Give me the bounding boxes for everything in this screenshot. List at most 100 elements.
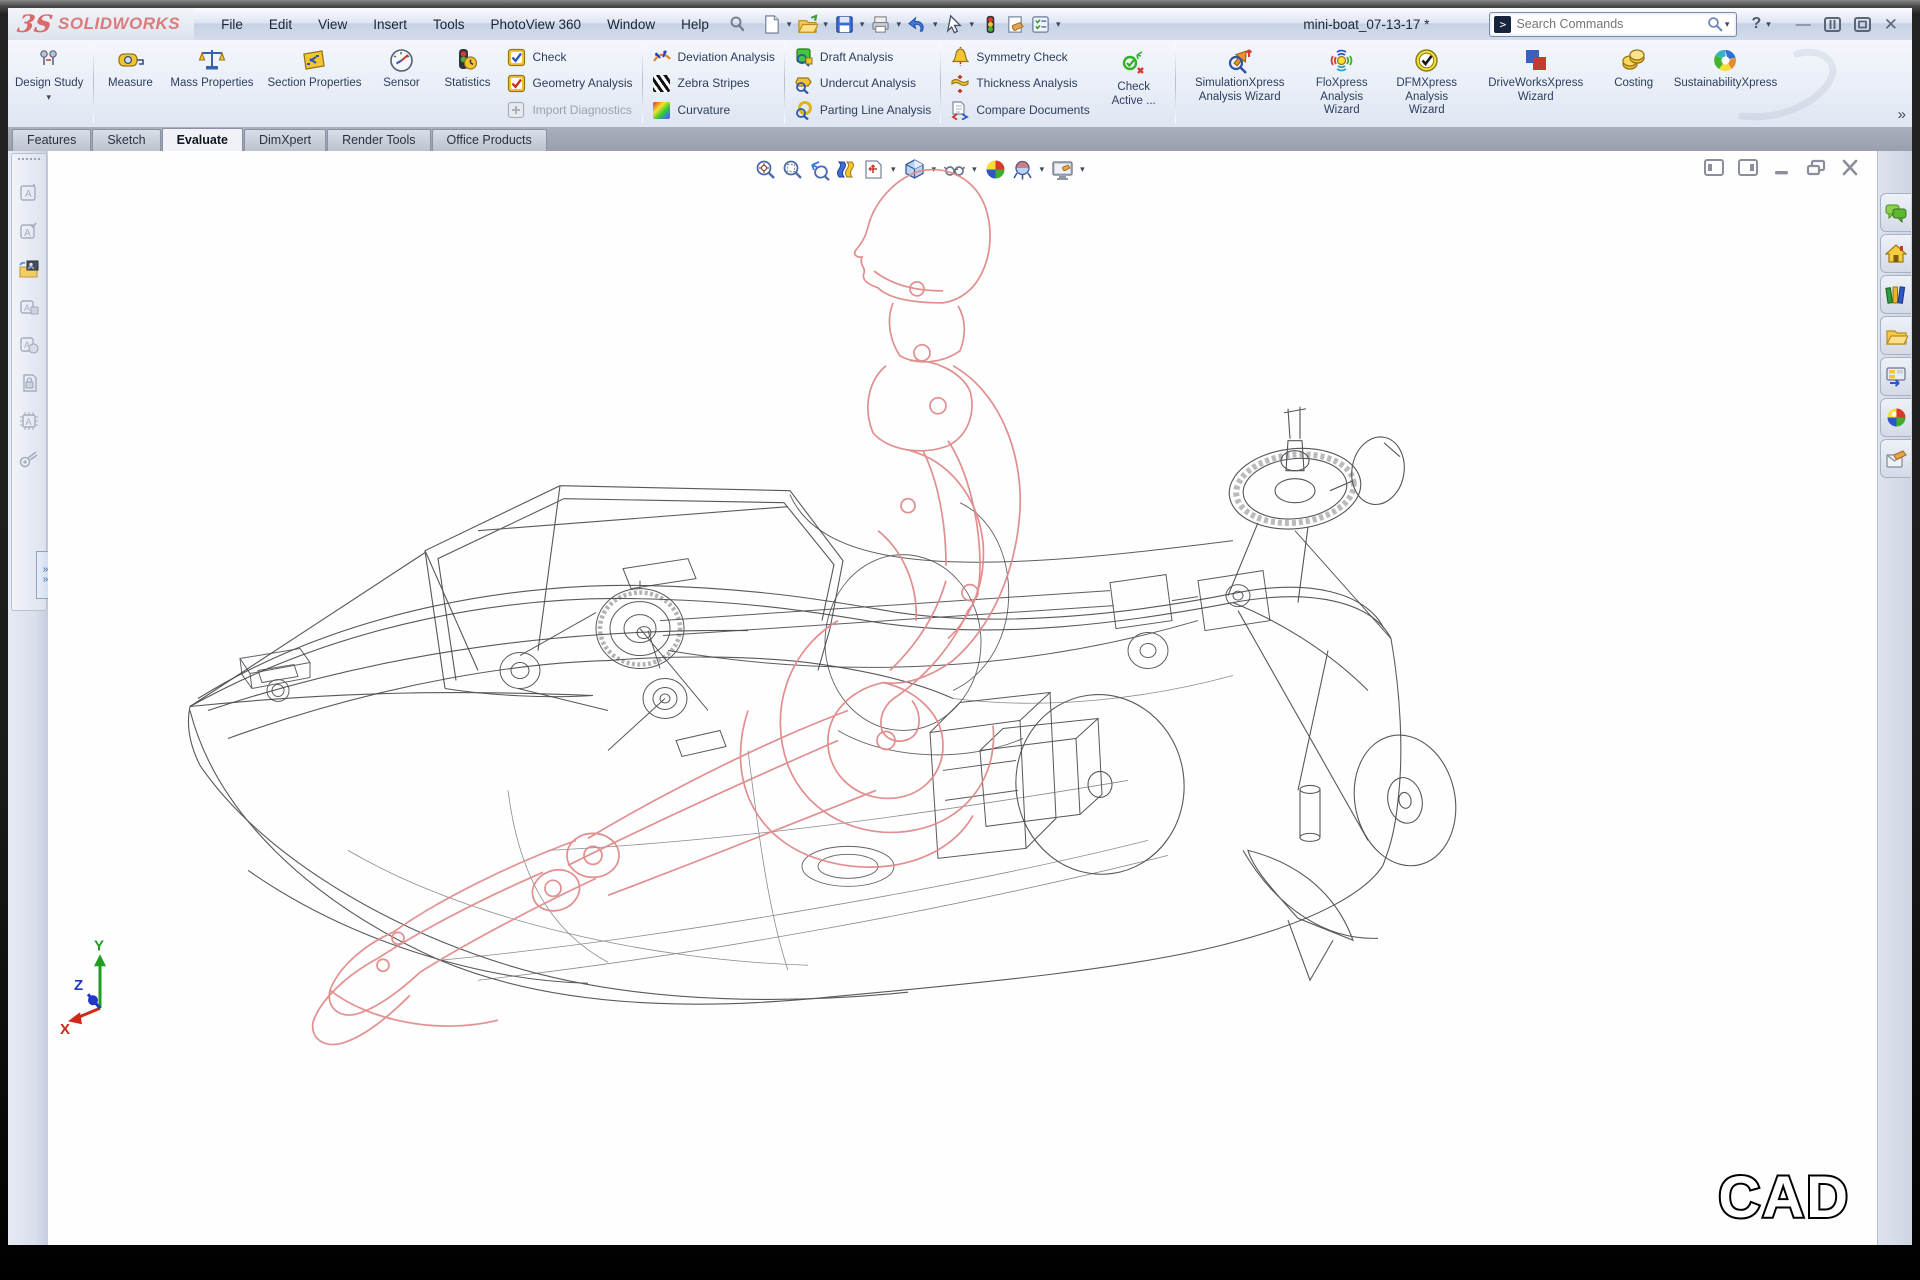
check-icon (506, 47, 526, 67)
file-explorer-icon (1885, 326, 1908, 346)
tab-office-products[interactable]: Office Products (432, 129, 547, 151)
statistics-button[interactable]: Statistics (434, 40, 500, 127)
simulationxpress-wizard-button[interactable]: SimulationXpress Analysis Wizard (1179, 40, 1301, 127)
forum-icon (1885, 203, 1907, 223)
save-dropdown[interactable]: ▾ (860, 19, 865, 30)
geometry-analysis-button[interactable]: Geometry Analysis (506, 72, 632, 96)
deviation-analysis-button[interactable]: Deviation Analysis (652, 45, 775, 69)
menu-window[interactable]: Window (594, 13, 668, 36)
annotation-sphere-icon[interactable]: A (16, 332, 42, 358)
design-study-dropdown[interactable]: ▾ (46, 92, 51, 103)
sensor-icon (388, 46, 415, 74)
select-button[interactable] (943, 12, 966, 37)
open-button[interactable] (796, 12, 819, 37)
close-button[interactable]: ✕ (1884, 16, 1898, 33)
tab-evaluate[interactable]: Evaluate (162, 128, 243, 151)
menu-photoview-360[interactable]: PhotoView 360 (477, 13, 594, 36)
menu-tools[interactable]: Tools (420, 13, 478, 36)
ribbon-overflow-chevron[interactable]: » (1898, 106, 1906, 123)
tab-dimxpert[interactable]: DimXpert (244, 129, 326, 151)
task-tab-resources[interactable] (1880, 234, 1911, 273)
undo-dropdown[interactable]: ▾ (933, 19, 938, 30)
microchip-icon[interactable]: A (16, 408, 42, 434)
search-icon[interactable] (1707, 16, 1723, 32)
section-properties-button[interactable]: Section Properties (261, 40, 369, 127)
menu-pin-icon[interactable] (728, 15, 746, 33)
search-input[interactable] (1511, 17, 1706, 31)
undo-button[interactable] (906, 12, 929, 37)
geometry-analysis-icon (506, 74, 526, 94)
menu-bar: File Edit View Insert Tools PhotoView 36… (208, 13, 752, 36)
task-tab-appearances[interactable] (1880, 398, 1911, 437)
triad-y-label: Y (94, 937, 104, 954)
restore-button[interactable] (1854, 17, 1871, 32)
printer-lock-icon[interactable] (16, 370, 42, 396)
driveworksxpress-wizard-button[interactable]: DriveWorksXpress Wizard (1471, 40, 1601, 127)
pane-toggle-button[interactable] (1824, 17, 1841, 32)
search-dropdown[interactable]: ▾ (1725, 19, 1730, 30)
new-document-button[interactable] (760, 12, 783, 37)
floxpress-wizard-button[interactable]: FloXpress Analysis Wizard (1301, 40, 1383, 127)
tab-sketch[interactable]: Sketch (92, 129, 160, 151)
open-dropdown[interactable]: ▾ (823, 19, 828, 30)
annotation-puzzle-icon[interactable]: A (16, 294, 42, 320)
thickness-analysis-button[interactable]: Thickness Analysis (950, 72, 1089, 96)
save-button[interactable] (833, 12, 856, 37)
curvature-button[interactable]: Curvature (652, 98, 775, 122)
import-diagnostics-button[interactable]: Import Diagnostics (506, 98, 632, 122)
task-tab-forum[interactable] (1880, 193, 1911, 232)
select-dropdown[interactable]: ▾ (970, 19, 975, 30)
zebra-stripes-icon (652, 74, 672, 94)
command-tab-bar: Features Sketch Evaluate DimXpert Render… (8, 127, 1912, 151)
parting-line-analysis-icon (794, 100, 814, 120)
mass-properties-button[interactable]: Mass Properties (163, 40, 260, 127)
compare-documents-button[interactable]: Compare Documents (950, 98, 1089, 122)
dfmxpress-wizard-button[interactable]: DFMXpress Analysis Wizard (1383, 40, 1471, 127)
measure-button[interactable]: Measure (97, 40, 163, 127)
menu-edit[interactable]: Edit (256, 13, 305, 36)
boat-wireframe-model[interactable]: Y X Z (48, 151, 1878, 1245)
annotation-add-icon[interactable]: A (16, 180, 42, 206)
quick-access-toolbar: ▾ ▾ ▾ ▾ ▾ ▾ ▾ (760, 12, 1064, 37)
task-tab-design-library[interactable] (1880, 275, 1911, 314)
menu-insert[interactable]: Insert (360, 13, 420, 36)
design-binder-icon[interactable] (16, 256, 42, 282)
help-icon[interactable]: ? (1751, 15, 1761, 33)
menu-help[interactable]: Help (668, 13, 722, 36)
tab-render-tools[interactable]: Render Tools (327, 129, 430, 151)
parting-line-analysis-button[interactable]: Parting Line Analysis (794, 98, 931, 122)
print-dropdown[interactable]: ▾ (896, 19, 901, 30)
search-commands-box[interactable]: > ▾ (1489, 12, 1737, 37)
symmetry-check-button[interactable]: Symmetry Check (950, 45, 1089, 69)
solidworks-ds-glyph: 3S (15, 12, 54, 36)
tab-features[interactable]: Features (12, 129, 91, 151)
minimize-button[interactable]: — (1796, 17, 1811, 32)
options-button[interactable] (1029, 12, 1052, 37)
design-study-button[interactable]: Design Study ▾ (8, 40, 90, 127)
options-dropdown[interactable]: ▾ (1056, 19, 1061, 30)
graphics-viewport[interactable]: ▾ ▾ ▾ ▾ ▾ (48, 151, 1878, 1245)
undercut-analysis-button[interactable]: Undercut Analysis (794, 72, 931, 96)
menu-file[interactable]: File (208, 13, 256, 36)
zebra-stripes-button[interactable]: Zebra Stripes (652, 72, 775, 96)
costing-button[interactable]: Costing (1601, 40, 1667, 127)
performance-lights-icon[interactable] (979, 12, 1002, 37)
design-study-icon (36, 46, 62, 74)
left-dock: A A A A A » » (8, 151, 49, 1245)
annotation-check-icon[interactable]: A (16, 218, 42, 244)
print-button[interactable] (869, 12, 892, 37)
check-button[interactable]: Check (506, 45, 632, 69)
fastener-icon[interactable] (16, 446, 42, 472)
file-properties-button[interactable] (1004, 12, 1027, 37)
toolbar-grip[interactable] (18, 158, 40, 166)
sensor-button[interactable]: Sensor (368, 40, 434, 127)
task-tab-custom-properties[interactable] (1880, 439, 1911, 478)
help-dropdown[interactable]: ▾ (1766, 19, 1771, 30)
menu-view[interactable]: View (305, 13, 360, 36)
new-document-dropdown[interactable]: ▾ (787, 19, 792, 30)
draft-analysis-button[interactable]: Draft Analysis (794, 45, 931, 69)
search-scope-icon[interactable]: > (1494, 16, 1511, 33)
check-active-button[interactable]: Check Active ... (1096, 40, 1172, 127)
task-tab-view-palette[interactable] (1880, 357, 1911, 396)
task-tab-file-explorer[interactable] (1880, 316, 1911, 355)
